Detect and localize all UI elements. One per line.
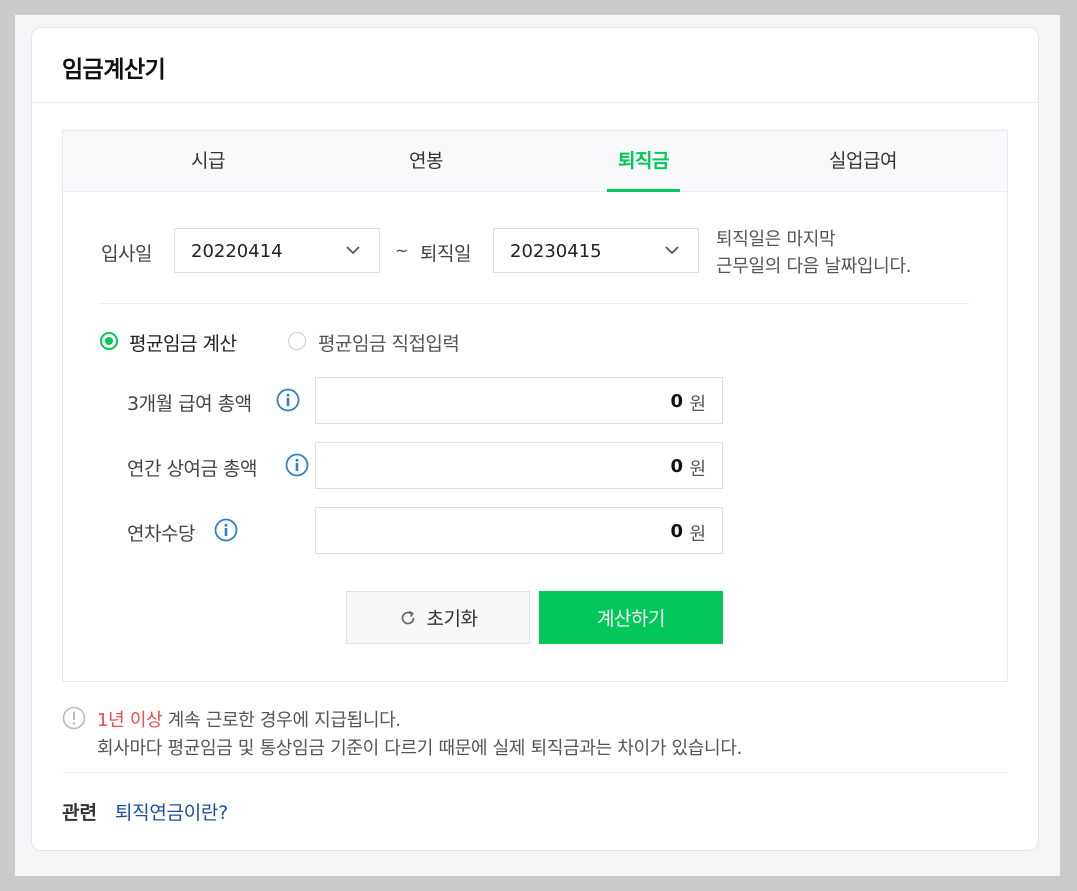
info-line-1-text: 계속 근로한 경우에 지급됩니다. xyxy=(162,710,401,731)
input-value: 0 xyxy=(670,521,683,542)
radio-average-wage-direct[interactable] xyxy=(288,332,306,350)
info-icon[interactable] xyxy=(214,518,238,542)
start-date-value: 20220414 xyxy=(191,241,283,262)
field-label-annual-bonus: 연간 상여금 총액 xyxy=(127,458,257,480)
end-date-note: 퇴직일은 마지막 근무일의 다음 날짜입니다. xyxy=(716,226,911,280)
end-date-note-line1: 퇴직일은 마지막 xyxy=(716,229,836,250)
chevron-down-icon xyxy=(346,246,360,255)
input-value: 0 xyxy=(670,456,683,477)
currency-unit: 원 xyxy=(689,394,706,415)
page-title: 임금계산기 xyxy=(62,57,166,83)
input-annual-bonus[interactable]: 0 원 xyxy=(315,442,723,489)
wage-calculator-card: 임금계산기 시급 연봉 퇴직금 실업급여 입사일 20220414 ~ 퇴직일 … xyxy=(31,27,1039,851)
radio-average-wage-calc-label[interactable]: 평균임금 계산 xyxy=(129,329,237,356)
info-line-1: 1년 이상 계속 근로한 경우에 지급됩니다. xyxy=(97,706,401,732)
info-line-2: 회사마다 평균임금 및 통상임금 기준이 다르기 때문에 실제 퇴직금과는 차이… xyxy=(97,738,742,759)
section-divider xyxy=(99,303,969,304)
calculate-button[interactable]: 계산하기 xyxy=(539,591,723,644)
date-range-separator: ~ xyxy=(395,241,408,260)
end-date-label: 퇴직일 xyxy=(420,243,471,265)
end-date-note-line2: 근무일의 다음 날짜입니다. xyxy=(716,256,912,277)
input-3month-pay[interactable]: 0 원 xyxy=(315,377,723,424)
currency-unit: 원 xyxy=(689,524,706,545)
exclamation-circle-icon xyxy=(62,706,86,730)
info-icon[interactable] xyxy=(276,388,300,412)
page-background: 임금계산기 시급 연봉 퇴직금 실업급여 입사일 20220414 ~ 퇴직일 … xyxy=(15,15,1060,876)
info-icon[interactable] xyxy=(285,453,309,477)
calculate-button-label: 계산하기 xyxy=(597,608,665,630)
radio-average-wage-direct-label[interactable]: 평균임금 직접입력 xyxy=(318,329,460,356)
tab-bar: 시급 연봉 퇴직금 실업급여 xyxy=(63,131,1007,192)
end-date-value: 20230415 xyxy=(510,241,602,262)
input-annual-leave-pay[interactable]: 0 원 xyxy=(315,507,723,554)
calculator-panel: 시급 연봉 퇴직금 실업급여 입사일 20220414 ~ 퇴직일 202304… xyxy=(62,130,1008,682)
field-label-annual-leave-pay: 연차수당 xyxy=(127,523,195,545)
input-value: 0 xyxy=(670,391,683,412)
start-date-select[interactable]: 20220414 xyxy=(174,228,380,273)
tab-hourly[interactable]: 시급 xyxy=(173,131,243,191)
related-link-retirement-pension[interactable]: 퇴직연금이란? xyxy=(115,798,228,825)
footer-divider xyxy=(62,772,1006,773)
end-date-select[interactable]: 20230415 xyxy=(493,228,699,273)
refresh-icon xyxy=(401,610,414,624)
tab-severance[interactable]: 퇴직금 xyxy=(607,131,680,192)
tab-unemployment[interactable]: 실업급여 xyxy=(813,131,913,191)
info-highlight: 1년 이상 xyxy=(97,710,163,731)
related-label: 관련 xyxy=(62,802,97,824)
reset-button-label: 초기화 xyxy=(426,608,478,630)
reset-button[interactable]: 초기화 xyxy=(346,591,530,644)
chevron-down-icon xyxy=(665,246,679,255)
start-date-label: 입사일 xyxy=(101,243,152,265)
field-label-3month-pay: 3개월 급여 총액 xyxy=(127,393,252,415)
radio-average-wage-calc[interactable] xyxy=(100,332,118,350)
tab-annual-salary[interactable]: 연봉 xyxy=(391,131,461,191)
card-header: 임금계산기 xyxy=(32,28,1038,103)
currency-unit: 원 xyxy=(689,459,706,480)
